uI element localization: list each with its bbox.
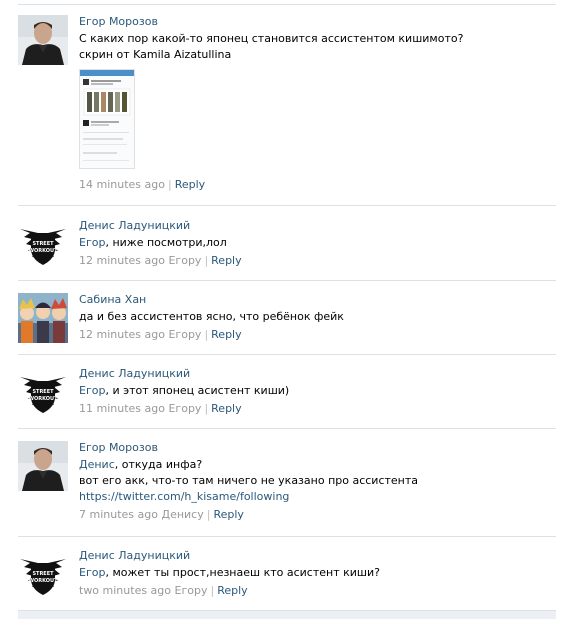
avatar[interactable]: STREET WORKOUT [18,219,68,269]
meta-separator: | [210,584,215,597]
person-avatar-icon [18,441,68,491]
reply-link[interactable]: Reply [213,508,243,521]
person-avatar-icon [18,15,68,65]
comment-author[interactable]: Егор Морозов [79,15,549,31]
comment-text-body: , может ты прост,незнаеш кто асистент ки… [105,566,380,579]
comment-divider [18,354,556,355]
comment-text: вот его акк, что-то там ничего не указан… [79,474,419,487]
comment-text-body: , откуда инфа? [114,458,203,471]
comment-text-body: , ниже посмотри,лол [105,236,227,249]
mention-link[interactable]: Егор [79,384,105,397]
logo-text: WORKOUT [29,248,59,254]
avatar[interactable] [18,441,68,491]
comment-author[interactable]: Денис Ладуницкий [79,219,549,235]
street-workout-logo-icon: STREET WORKOUT [18,219,68,269]
avatar[interactable] [18,15,68,65]
reply-target[interactable]: Егору [168,402,201,415]
reply-target[interactable]: Денису [161,508,203,521]
meta-separator: | [204,328,209,341]
comment-meta: 14 minutes ago | Reply [79,177,549,193]
image-thumbnail-icon [80,70,134,168]
comment-author[interactable]: Денис Ладуницкий [79,367,549,383]
external-url-link[interactable]: https://twitter.com/h_kisame/following [79,489,549,505]
reply-link[interactable]: Reply [211,402,241,415]
comment-time[interactable]: 11 minutes ago [79,402,165,415]
comment-divider [18,428,556,429]
avatar[interactable] [18,293,68,343]
comment-meta: 11 minutes ago Егору | Reply [79,401,549,417]
comment-meta: two minutes ago Егору | Reply [79,583,549,599]
comment-divider [18,536,556,537]
comment-time[interactable]: 12 minutes ago [79,328,165,341]
reply-link[interactable]: Reply [217,584,247,597]
logo-text: WORKOUT [29,396,59,402]
mention-link[interactable]: Егор [79,236,105,249]
reply-link[interactable]: Reply [211,328,241,341]
avatar[interactable]: STREET WORKOUT [18,367,68,417]
comment-author[interactable]: Денис Ладуницкий [79,549,549,565]
comment-text: Егор, ниже посмотри,лол [79,235,549,251]
anime-group-avatar-icon [18,293,68,343]
comment-divider [18,205,556,206]
logo-text: STREET [32,241,54,247]
comment-text-body: , и этот японец асистент киши) [105,384,290,397]
comment-divider [18,280,556,281]
avatar[interactable]: STREET WORKOUT [18,549,68,599]
meta-separator: | [167,178,172,191]
comment-text: Денис, откуда инфа? [79,457,549,473]
screenshot-thumbnail[interactable] [79,69,135,169]
comment-author[interactable]: Сабина Хан [79,293,549,309]
comment-time[interactable]: 12 minutes ago [79,254,165,267]
street-workout-logo-icon: STREET WORKOUT [18,367,68,417]
comment-time[interactable]: 14 minutes ago [79,178,165,191]
reply-target[interactable]: Егору [168,254,201,267]
comment-text: скрин от Kamila Aizatullina [79,48,232,61]
comment-text: С каких пор какой-то японец становится а… [79,32,464,45]
comment-text: Егор, может ты прост,незнаеш кто асистен… [79,565,549,581]
reply-target[interactable]: Егору [175,584,208,597]
reply-target[interactable]: Егору [168,328,201,341]
comment-meta: 12 minutes ago Егору | Reply [79,253,549,269]
comment-text: да и без ассистентов ясно, что ребёнок ф… [79,310,344,323]
reply-link[interactable]: Reply [175,178,205,191]
meta-separator: | [204,254,209,267]
comment-meta: 7 minutes ago Денису | Reply [79,507,549,523]
comment-text: Егор, и этот японец асистент киши) [79,383,549,399]
logo-text: STREET [32,389,54,395]
comment-time[interactable]: 7 minutes ago [79,508,158,521]
meta-separator: | [204,402,209,415]
logo-text: STREET [32,571,54,577]
comment-time[interactable]: two minutes ago [79,584,171,597]
meta-separator: | [206,508,211,521]
comment-author[interactable]: Егор Морозов [79,441,549,457]
comment-meta: 12 minutes ago Егору | Reply [79,327,549,343]
top-divider [18,4,556,5]
mention-link[interactable]: Егор [79,566,105,579]
reply-link[interactable]: Reply [211,254,241,267]
mention-link[interactable]: Денис [79,458,115,471]
logo-text: WORKOUT [29,578,59,584]
street-workout-logo-icon: STREET WORKOUT [18,549,68,599]
